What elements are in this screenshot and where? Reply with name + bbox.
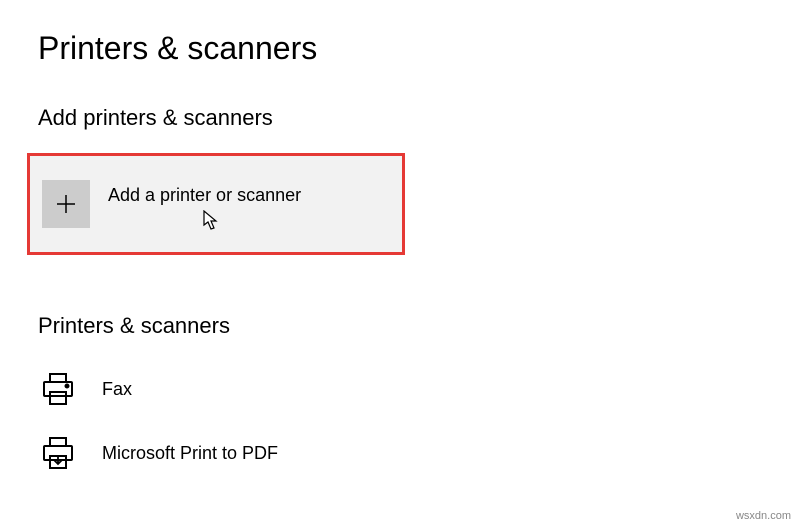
add-printer-label: Add a printer or scanner — [108, 185, 301, 206]
printer-item-pdf[interactable]: Microsoft Print to PDF — [38, 421, 797, 485]
printer-item-label: Microsoft Print to PDF — [102, 443, 278, 464]
printer-item-fax[interactable]: Fax — [38, 357, 797, 421]
printer-item-label: Fax — [102, 379, 132, 400]
printer-icon — [38, 369, 78, 409]
plus-icon — [42, 180, 90, 228]
cursor-icon — [203, 210, 221, 232]
add-printer-button[interactable]: Add a printer or scanner — [30, 156, 402, 252]
page-title: Printers & scanners — [0, 0, 797, 67]
watermark: wsxdn.com — [736, 510, 791, 522]
print-to-file-icon — [38, 433, 78, 473]
add-printer-highlight: Add a printer or scanner — [27, 153, 405, 255]
printers-list-header: Printers & scanners — [0, 313, 797, 339]
add-printers-header: Add printers & scanners — [0, 105, 797, 131]
printers-list: Fax Microsoft Print to PDF — [0, 357, 797, 485]
